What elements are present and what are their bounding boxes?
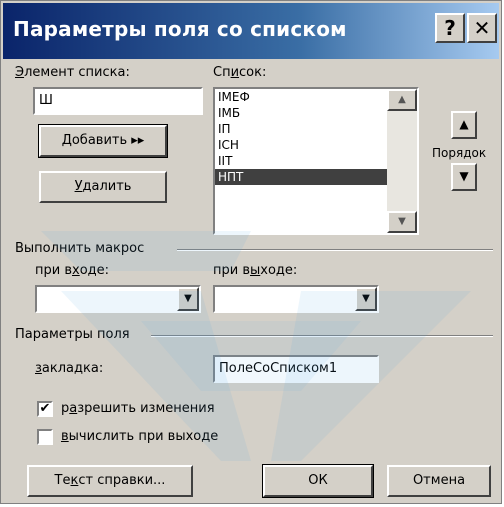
field-options-divider	[151, 335, 493, 337]
macro-group-title: Выполнить макрос	[15, 241, 145, 256]
allow-changes-label: разрешить изменения	[61, 401, 215, 416]
list-item[interactable]: IСН	[215, 137, 387, 153]
move-down-button[interactable]: ▼	[451, 163, 477, 191]
list-scrollbar[interactable]: ▲ ▼	[387, 89, 417, 233]
items-listbox[interactable]: IMEФ IMБ IП IСН IIТ НПТ ▲ ▼	[213, 87, 419, 235]
list-item[interactable]: IIТ	[215, 153, 387, 169]
list-item[interactable]: IMEФ	[215, 89, 387, 105]
chevron-down-icon[interactable]: ▼	[355, 287, 377, 311]
list-item[interactable]: НПТ	[215, 169, 387, 185]
move-up-button[interactable]: ▲	[451, 111, 477, 139]
macro-group-divider	[177, 249, 493, 251]
field-options-group-title: Параметры поля	[15, 327, 130, 342]
scroll-up-icon[interactable]: ▲	[387, 89, 417, 111]
allow-changes-checkbox[interactable]: ✔	[37, 401, 53, 417]
ok-button[interactable]: ОК	[262, 464, 374, 498]
list-label: Список:	[213, 65, 267, 80]
help-text-button[interactable]: Текст справки...	[27, 465, 193, 497]
close-icon-button[interactable]: ✕	[467, 13, 497, 43]
on-enter-macro-select[interactable]: ▼	[35, 285, 201, 313]
list-item-label: Элемент списка:	[15, 65, 130, 80]
calc-on-exit-checkbox[interactable]	[37, 429, 53, 445]
list-item[interactable]: IMБ	[215, 105, 387, 121]
add-button[interactable]: Добавить ▸▸	[38, 124, 168, 158]
bookmark-input[interactable]: ПолеСоСписком1	[213, 355, 379, 383]
dialog-title: Параметры поля со списком	[13, 17, 347, 41]
on-exit-macro-select[interactable]: ▼	[213, 285, 379, 313]
chevron-down-icon[interactable]: ▼	[177, 287, 199, 311]
cancel-button[interactable]: Отмена	[387, 465, 491, 497]
list-item-input[interactable]: Ш	[33, 87, 203, 115]
on-exit-label: при выходе:	[213, 263, 298, 278]
order-label: Порядок	[432, 146, 487, 160]
scroll-down-icon[interactable]: ▼	[387, 211, 417, 233]
checkmark-icon: ✔	[39, 401, 51, 416]
list-item[interactable]: IП	[215, 121, 387, 137]
combo-field-options-dialog: Параметры поля со списком ? ✕ Элемент сп…	[0, 0, 502, 504]
help-icon-button[interactable]: ?	[435, 13, 465, 43]
bookmark-label: закладка:	[35, 361, 104, 376]
on-enter-label: при входе:	[35, 263, 110, 278]
remove-button[interactable]: Удалить	[39, 171, 167, 203]
title-bar[interactable]: Параметры поля со списком ? ✕	[3, 3, 499, 59]
calc-on-exit-label: вычислить при выходе	[61, 429, 219, 444]
